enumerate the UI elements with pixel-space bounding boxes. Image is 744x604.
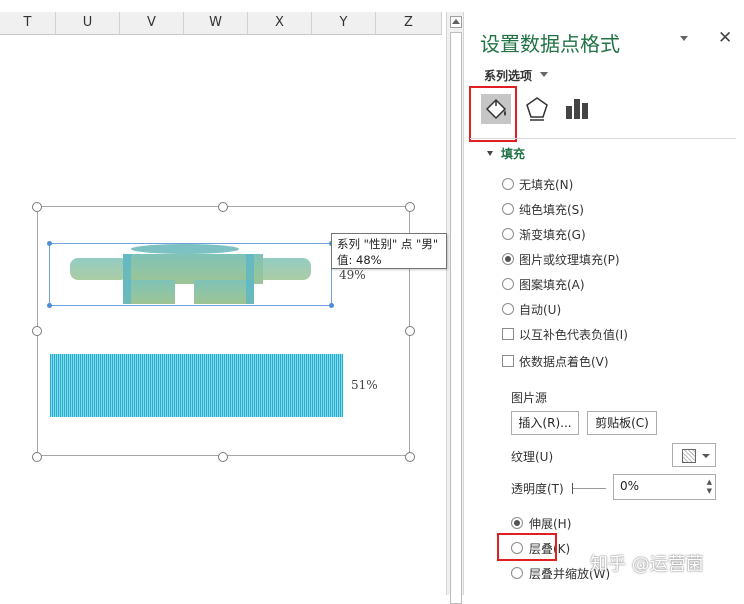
label-solid-fill: 纯色填充(S)	[519, 203, 584, 217]
chart-resize-handle[interactable]	[32, 202, 42, 212]
transparency-slider-thumb[interactable]	[572, 483, 573, 494]
vertical-scrollbar[interactable]	[446, 12, 464, 604]
chart-resize-handle[interactable]	[218, 452, 228, 462]
column-header-y[interactable]: Y	[312, 12, 376, 34]
label-automatic: 自动(U)	[519, 303, 562, 317]
close-icon[interactable]: ✕	[718, 28, 732, 48]
label-vary-colors: 依数据点着色(V)	[519, 355, 609, 369]
bar-female[interactable]	[50, 354, 343, 417]
label-gradient-fill: 渐变填充(G)	[519, 228, 586, 242]
chart-resize-handle[interactable]	[32, 452, 42, 462]
pane-options-chevron-down-icon[interactable]	[680, 36, 688, 41]
tab-series-options[interactable]	[562, 94, 592, 124]
chart-resize-handle[interactable]	[405, 452, 415, 462]
fill-section-header[interactable]: 填充	[501, 145, 525, 162]
radio-automatic[interactable]	[502, 303, 514, 315]
pentagon-icon	[526, 97, 548, 121]
transparency-slider-track[interactable]	[572, 488, 606, 489]
bar-selection-handle[interactable]	[47, 303, 52, 308]
chart-resize-handle[interactable]	[218, 202, 228, 212]
radio-pattern-fill[interactable]	[502, 278, 514, 290]
label-invert-if-negative: 以互补色代表负值(I)	[519, 328, 628, 342]
label-picture-texture-fill: 图片或纹理填充(P)	[519, 253, 620, 267]
texture-swatch-icon	[682, 449, 696, 463]
checkbox-invert-if-negative[interactable]	[502, 328, 514, 340]
transparency-label: 透明度(T)	[511, 482, 564, 496]
column-header-w[interactable]: W	[184, 12, 248, 34]
chevron-down-icon[interactable]	[540, 72, 548, 77]
highlight-box-fill-tab	[469, 86, 517, 142]
clipboard-button[interactable]: 剪贴板(C)	[587, 411, 657, 435]
transparency-input[interactable]: 0% ▲ ▼	[613, 474, 716, 500]
male-data-label[interactable]: 49%	[339, 268, 366, 282]
tab-divider	[470, 138, 736, 139]
chart-resize-handle[interactable]	[405, 202, 415, 212]
highlight-box-stack	[497, 533, 557, 561]
watermark-text: 知乎 @运营菌	[590, 554, 704, 575]
texture-picker[interactable]	[672, 443, 716, 467]
texture-label: 纹理(U)	[511, 450, 554, 464]
column-header-u[interactable]: U	[56, 12, 120, 34]
chevron-down-icon	[702, 454, 710, 458]
bar-chart-icon	[566, 99, 588, 119]
tab-effects[interactable]	[522, 94, 552, 124]
picture-source-label: 图片源	[511, 391, 548, 405]
pane-title: 设置数据点格式	[480, 32, 620, 56]
tooltip-series-point: 系列 "性别" 点 "男"	[337, 237, 439, 251]
label-stretch: 伸展(H)	[529, 517, 572, 531]
scroll-up-icon[interactable]	[450, 16, 462, 28]
spinner-arrows-icon[interactable]: ▲ ▼	[707, 478, 712, 496]
radio-gradient-fill[interactable]	[502, 228, 514, 240]
label-pattern-fill: 图案填充(A)	[519, 278, 585, 292]
radio-no-fill[interactable]	[502, 178, 514, 190]
transparency-value: 0%	[620, 479, 640, 493]
scroll-thumb[interactable]	[450, 32, 462, 604]
tooltip-value: 值: 48%	[337, 253, 382, 267]
column-header-x[interactable]: X	[248, 12, 312, 34]
column-header-z[interactable]: Z	[376, 12, 442, 34]
collapse-triangle-icon[interactable]	[487, 151, 493, 156]
female-data-label[interactable]: 51%	[351, 378, 378, 392]
insert-button[interactable]: 插入(R)...	[511, 411, 579, 435]
radio-solid-fill[interactable]	[502, 203, 514, 215]
bar-selection-handle[interactable]	[47, 241, 52, 246]
column-header-row: T U V W X Y Z	[0, 12, 442, 35]
male-figure-picture	[70, 244, 311, 304]
radio-stretch[interactable]	[511, 517, 523, 529]
data-point-tooltip: 系列 "性别" 点 "男" 值: 48%	[331, 233, 447, 269]
bar-selection-handle[interactable]	[329, 303, 334, 308]
series-options-dropdown[interactable]: 系列选项	[484, 67, 532, 84]
column-header-t[interactable]: T	[0, 12, 56, 34]
radio-stack-and-scale[interactable]	[511, 567, 523, 579]
radio-picture-texture-fill[interactable]	[502, 253, 514, 265]
label-no-fill: 无填充(N)	[519, 178, 574, 192]
chart-resize-handle[interactable]	[405, 326, 415, 336]
bar-male[interactable]	[49, 243, 332, 306]
column-header-v[interactable]: V	[120, 12, 184, 34]
chart-resize-handle[interactable]	[32, 326, 42, 336]
checkbox-vary-colors[interactable]	[502, 355, 514, 367]
